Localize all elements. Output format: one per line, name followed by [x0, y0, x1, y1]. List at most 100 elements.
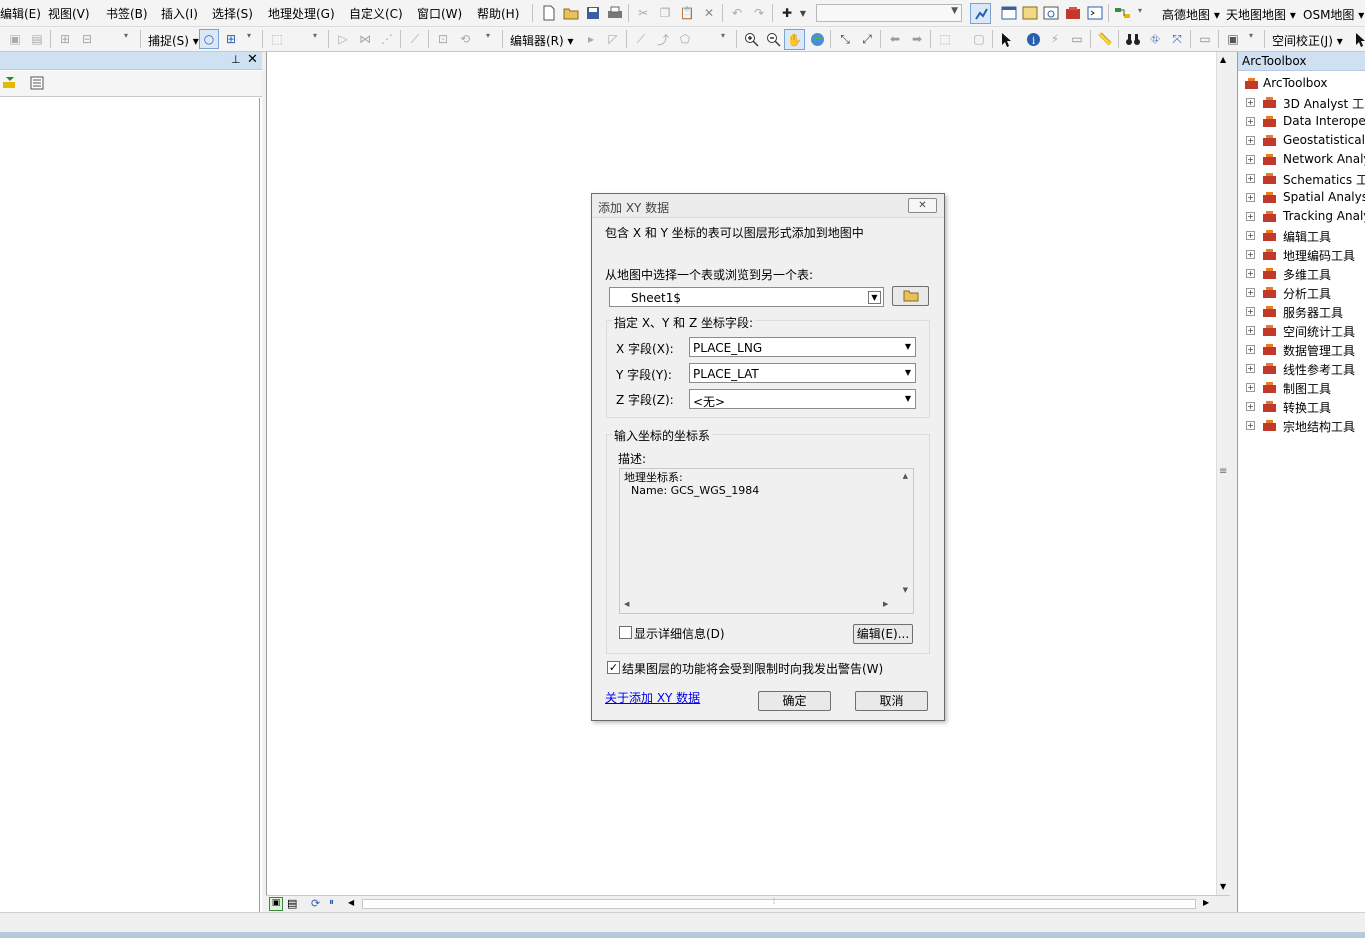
edit-annotation-icon[interactable]: ◸	[604, 30, 622, 48]
warn-checkbox[interactable]: ✓	[607, 661, 620, 674]
time-slider-icon[interactable]: ▭	[1196, 30, 1214, 48]
scroll-up-icon[interactable]: ▲	[903, 472, 908, 480]
editor-menu[interactable]: 编辑器(R) ▾	[510, 32, 574, 49]
grid-icon[interactable]: ⊞	[56, 30, 74, 48]
expand-icon[interactable]: +	[1246, 231, 1255, 240]
toolbox-item[interactable]: + 转换工具	[1238, 397, 1365, 416]
toolbar-grip[interactable]: ▾	[124, 32, 130, 51]
zoom-in-icon[interactable]	[742, 30, 760, 48]
python-window-icon[interactable]	[1086, 4, 1104, 22]
dialog-title-bar[interactable]: 添加 XY 数据 ✕	[592, 194, 944, 218]
map-vertical-scrollbar[interactable]: ▲ ≡ ▼	[1216, 52, 1230, 895]
expand-icon[interactable]: +	[1246, 402, 1255, 411]
new-document-icon[interactable]	[540, 4, 558, 22]
catalog-icon[interactable]	[1021, 4, 1039, 22]
ok-button[interactable]: 确定	[758, 691, 831, 711]
description-box[interactable]: 地理坐标系: Name: GCS_WGS_1984 ▲ ▼ ◀ ▶	[619, 468, 914, 614]
refresh-icon[interactable]: ⟳	[311, 897, 320, 910]
model-builder-icon[interactable]	[1114, 4, 1132, 22]
about-add-xy-link[interactable]: 关于添加 XY 数据	[605, 689, 700, 706]
expand-icon[interactable]: +	[1246, 193, 1255, 202]
sketch-icon[interactable]: ⬚	[268, 30, 286, 48]
layout-icon[interactable]: ▤	[28, 30, 46, 48]
toolbox-item[interactable]: + 制图工具	[1238, 378, 1365, 397]
print-icon[interactable]	[606, 4, 624, 22]
reshape-icon[interactable]: ⋰	[378, 30, 396, 48]
redo-icon[interactable]: ↷	[750, 4, 768, 22]
split-icon[interactable]: ⊡	[434, 30, 452, 48]
toolbox-item[interactable]: + Geostatistical Analyst	[1238, 131, 1365, 150]
table-of-contents-icon[interactable]	[1000, 4, 1018, 22]
back-extent-icon[interactable]: ⬅	[886, 30, 904, 48]
select-features-icon[interactable]: ⬚	[936, 30, 954, 48]
copy-icon[interactable]: ❐	[656, 4, 674, 22]
expand-icon[interactable]: +	[1246, 364, 1255, 373]
toolbar-grip[interactable]: ▾	[313, 32, 319, 51]
toolbox-item[interactable]: + 数据管理工具	[1238, 340, 1365, 359]
expand-icon[interactable]: +	[1246, 98, 1255, 107]
scroll-grip-icon[interactable]: ≡	[1219, 466, 1227, 477]
pan-hand-icon[interactable]: ✋	[784, 29, 805, 50]
scroll-down-icon[interactable]: ▼	[903, 586, 908, 594]
select-arrow-icon[interactable]	[1352, 30, 1365, 48]
browse-button[interactable]	[892, 286, 929, 306]
toolbar-grip[interactable]: ▾	[721, 32, 727, 51]
map-scale-combo[interactable]: ▼	[816, 4, 962, 22]
scroll-up-icon[interactable]: ▲	[1220, 55, 1226, 64]
osm-menu[interactable]: OSM地图 ▾	[1303, 6, 1364, 23]
point-snapping-icon[interactable]: ○	[199, 29, 219, 49]
expand-icon[interactable]: +	[1246, 421, 1255, 430]
cancel-button[interactable]: 取消	[855, 691, 928, 711]
expand-icon[interactable]: +	[1246, 117, 1255, 126]
delete-icon[interactable]: ✕	[700, 4, 718, 22]
go-to-xy-icon[interactable]: ⤧	[1168, 30, 1186, 48]
clear-selection-icon[interactable]: ▢	[970, 30, 988, 48]
cut-icon[interactable]: ✂	[634, 4, 652, 22]
scroll-down-icon[interactable]: ▼	[1220, 882, 1226, 891]
x-field-select[interactable]: PLACE_LNG ▼	[689, 337, 916, 357]
fixed-zoom-in-icon[interactable]: ⤡	[836, 30, 854, 48]
expand-icon[interactable]: +	[1246, 307, 1255, 316]
tianditu-menu[interactable]: 天地图地图 ▾	[1226, 6, 1296, 23]
toolbar-grip[interactable]: ▾	[486, 32, 492, 51]
full-extent-icon[interactable]	[808, 30, 826, 48]
edit-coordinate-system-button[interactable]: 编辑(E)...	[853, 624, 913, 644]
html-popup-icon[interactable]: ▭	[1068, 30, 1086, 48]
expand-icon[interactable]: +	[1246, 288, 1255, 297]
save-icon[interactable]	[584, 4, 602, 22]
close-icon[interactable]: ✕	[908, 198, 937, 213]
scroll-left-icon[interactable]: ◀	[624, 600, 629, 608]
undo-icon[interactable]: ↶	[728, 4, 746, 22]
menu-selection[interactable]: 选择(S)	[212, 5, 253, 22]
expand-icon[interactable]: +	[1246, 212, 1255, 221]
topology-icon[interactable]: ▣	[6, 30, 24, 48]
edit-vertices-icon[interactable]: ⋈	[356, 30, 374, 48]
select-elements-icon[interactable]	[998, 30, 1016, 48]
scroll-right-icon[interactable]: ▶	[1203, 898, 1209, 907]
toolbox-item[interactable]: + 宗地结构工具	[1238, 416, 1365, 435]
toolbar-grip[interactable]: ▾	[247, 32, 253, 51]
georeferencing-menu[interactable]: 空间校正(J) ▾	[1272, 32, 1343, 49]
expand-icon[interactable]: +	[1246, 269, 1255, 278]
toolbar-grip[interactable]: ▾	[1138, 7, 1144, 26]
polygon-tool-icon[interactable]: ⬠	[676, 30, 694, 48]
find-binoculars-icon[interactable]	[1124, 30, 1142, 48]
toolbox-item[interactable]: +3D Analyst 工具	[1238, 93, 1365, 112]
expand-icon[interactable]: +	[1246, 136, 1255, 145]
menu-view[interactable]: 视图(V)	[48, 5, 90, 22]
table-select[interactable]: Sheet1$ ▼	[609, 287, 884, 307]
expand-icon[interactable]: +	[1246, 326, 1255, 335]
expand-icon[interactable]: +	[1246, 383, 1255, 392]
toolbox-item[interactable]: + 多维工具	[1238, 264, 1365, 283]
toolbox-item[interactable]: + 服务器工具	[1238, 302, 1365, 321]
menu-help[interactable]: 帮助(H)	[477, 5, 519, 22]
expand-icon[interactable]: +	[1246, 155, 1255, 164]
identify-icon[interactable]: i	[1024, 30, 1042, 48]
expand-icon[interactable]: +	[1246, 250, 1255, 259]
list-by-drawing-order-icon[interactable]	[2, 76, 18, 93]
paste-icon[interactable]: 📋	[678, 4, 696, 22]
toolbox-item[interactable]: + Network Analyst	[1238, 150, 1365, 169]
data-view-icon[interactable]: ▣	[269, 897, 283, 911]
zoom-out-icon[interactable]	[764, 30, 782, 48]
toolbox-item[interactable]: + 线性参考工具	[1238, 359, 1365, 378]
